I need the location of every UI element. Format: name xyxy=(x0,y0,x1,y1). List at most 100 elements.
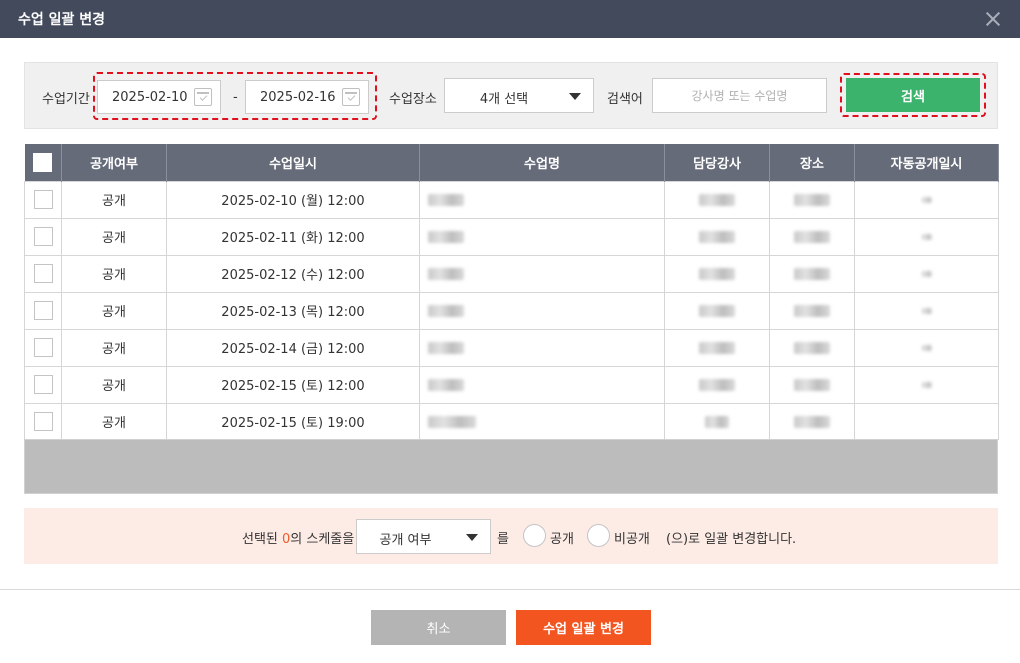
bulk-change-bar: 선택된 0의 스케줄을 공개 여부 를 공개 비공개 (으)로 일괄 변경합니다… xyxy=(24,508,998,564)
place-select[interactable]: 4개 선택 xyxy=(444,78,594,113)
redacted-auto-publish xyxy=(921,233,932,240)
redacted-instructor xyxy=(699,267,735,280)
col-header-class-name[interactable]: 수업명 xyxy=(419,144,665,181)
datetime-cell: 2025-02-13 (목) 12:00 xyxy=(166,291,420,329)
row-checkbox[interactable] xyxy=(33,338,53,357)
redacted-class-name xyxy=(428,267,464,280)
redacted-auto-publish xyxy=(921,307,932,314)
date-to-value: 2025-02-16 xyxy=(260,90,336,105)
status-select[interactable]: 공개 여부 xyxy=(356,519,491,554)
status-cell: 공개 xyxy=(61,291,167,329)
col-header-status[interactable]: 공개여부 xyxy=(61,144,167,181)
date-separator: - xyxy=(233,90,238,105)
row-checkbox[interactable] xyxy=(33,301,53,320)
col-header-place[interactable]: 장소 xyxy=(769,144,855,181)
redacted-auto-publish xyxy=(921,381,932,388)
redacted-class-name xyxy=(428,378,464,391)
private-radio[interactable] xyxy=(587,524,610,547)
redacted-place xyxy=(794,304,830,317)
redacted-class-name xyxy=(428,304,464,317)
redacted-place xyxy=(794,341,830,354)
date-to-input[interactable]: 2025-02-16 xyxy=(245,80,369,114)
keyword-input[interactable] xyxy=(652,78,827,113)
calendar-icon[interactable] xyxy=(194,88,212,106)
keyword-label: 검색어 xyxy=(607,92,643,107)
redacted-place xyxy=(794,378,830,391)
calendar-icon[interactable] xyxy=(342,88,360,106)
redacted-place xyxy=(794,193,830,206)
modal-title: 수업 일괄 변경 xyxy=(18,12,106,28)
redacted-instructor xyxy=(699,378,735,391)
row-checkbox[interactable] xyxy=(33,264,53,283)
table-row[interactable]: 공개 2025-02-12 (수) 12:00 xyxy=(24,254,999,292)
redacted-auto-publish xyxy=(921,270,932,277)
redacted-instructor xyxy=(699,193,735,206)
datetime-cell: 2025-02-15 (토) 12:00 xyxy=(166,365,420,403)
table-row[interactable]: 공개 2025-02-15 (토) 19:00 xyxy=(24,402,999,440)
bulk-change-modal: 수업 일괄 변경 수업기간 2025-02-10 - 2025-02-16 수업… xyxy=(0,0,1020,663)
redacted-instructor xyxy=(699,230,735,243)
datetime-cell: 2025-02-14 (금) 12:00 xyxy=(166,328,420,366)
status-cell: 공개 xyxy=(61,180,167,218)
redacted-place xyxy=(794,230,830,243)
public-radio[interactable] xyxy=(523,524,546,547)
bulk-change-submit-button[interactable]: 수업 일괄 변경 xyxy=(516,610,651,645)
table-header-row: 공개여부 수업일시 수업명 담당강사 장소 자동공개일시 xyxy=(24,144,999,181)
bulk-prefix: 선택된 xyxy=(242,532,283,547)
redacted-class-name xyxy=(428,415,476,428)
table-row[interactable]: 공개 2025-02-15 (토) 12:00 xyxy=(24,365,999,403)
datetime-cell: 2025-02-12 (수) 12:00 xyxy=(166,254,420,292)
redacted-class-name xyxy=(428,341,464,354)
close-icon[interactable] xyxy=(984,10,1002,28)
cancel-button[interactable]: 취소 xyxy=(371,610,506,645)
redacted-place xyxy=(794,267,830,280)
datetime-cell: 2025-02-11 (화) 12:00 xyxy=(166,217,420,255)
place-label: 수업장소 xyxy=(389,92,437,107)
place-select-value: 4개 선택 xyxy=(479,92,529,107)
col-header-auto-publish[interactable]: 자동공개일시 xyxy=(854,144,999,181)
redacted-class-name xyxy=(428,193,464,206)
period-label: 수업기간 xyxy=(42,92,90,107)
redacted-instructor xyxy=(699,341,735,354)
redacted-auto-publish xyxy=(921,344,932,351)
col-header-datetime[interactable]: 수업일시 xyxy=(166,144,420,181)
col-header-instructor[interactable]: 담당강사 xyxy=(664,144,770,181)
row-checkbox[interactable] xyxy=(33,227,53,246)
table-row[interactable]: 공개 2025-02-11 (화) 12:00 xyxy=(24,217,999,255)
footer-divider xyxy=(0,589,1020,590)
public-radio-label: 공개 xyxy=(550,532,574,547)
dropdown-arrow-icon xyxy=(466,534,478,541)
private-radio-label: 비공개 xyxy=(614,532,650,547)
datetime-cell: 2025-02-10 (월) 12:00 xyxy=(166,180,420,218)
bulk-suffix: 의 스케줄을 xyxy=(290,532,355,547)
bulk-tail: (으)로 일괄 변경합니다. xyxy=(666,532,797,547)
status-cell: 공개 xyxy=(61,217,167,255)
table-row[interactable]: 공개 2025-02-10 (월) 12:00 xyxy=(24,180,999,218)
search-button[interactable]: 검색 xyxy=(846,78,980,112)
redacted-place xyxy=(794,415,830,428)
row-checkbox[interactable] xyxy=(33,412,53,432)
status-cell: 공개 xyxy=(61,254,167,292)
bulk-sentence-start: 선택된 0의 스케줄을 xyxy=(242,528,354,547)
status-cell: 공개 xyxy=(61,365,167,403)
search-panel: 수업기간 2025-02-10 - 2025-02-16 수업장소 4개 선택 … xyxy=(24,62,998,129)
row-checkbox[interactable] xyxy=(33,190,53,209)
schedule-table: 공개여부 수업일시 수업명 담당강사 장소 자동공개일시 공개 2025-02-… xyxy=(24,144,999,440)
dropdown-arrow-icon xyxy=(569,93,581,100)
status-cell: 공개 xyxy=(61,328,167,366)
date-from-value: 2025-02-10 xyxy=(112,90,188,105)
redacted-class-name xyxy=(428,230,464,243)
date-from-input[interactable]: 2025-02-10 xyxy=(97,80,221,114)
select-all-checkbox[interactable] xyxy=(33,152,53,172)
modal-titlebar: 수업 일괄 변경 xyxy=(0,0,1020,38)
select-all-cell xyxy=(24,144,62,181)
bulk-particle: 를 xyxy=(497,532,509,547)
table-empty-area xyxy=(24,439,998,494)
row-checkbox[interactable] xyxy=(33,375,53,394)
redacted-instructor xyxy=(705,415,729,428)
table-row[interactable]: 공개 2025-02-14 (금) 12:00 xyxy=(24,328,999,366)
table-row[interactable]: 공개 2025-02-13 (목) 12:00 xyxy=(24,291,999,329)
search-button-highlight: 검색 xyxy=(840,73,986,117)
status-cell: 공개 xyxy=(61,402,167,440)
datetime-cell: 2025-02-15 (토) 19:00 xyxy=(166,402,420,440)
